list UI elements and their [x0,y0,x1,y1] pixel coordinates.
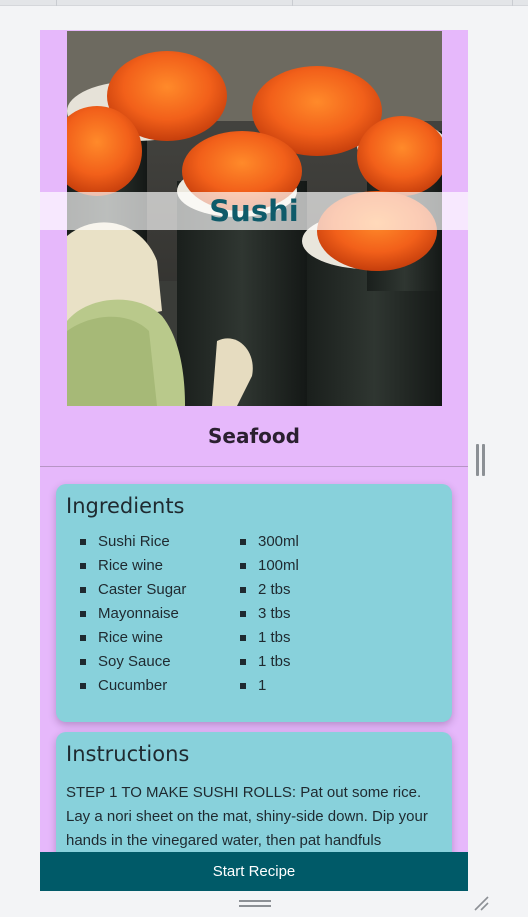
ingredient-name: Sushi Rice [56,532,186,556]
tab-separator [56,0,57,6]
ingredient-measure: 1 [216,676,299,700]
tab-separator [512,0,513,6]
tab-separator [292,0,293,6]
ingredients-card: Ingredients Sushi Rice Rice wine Caster … [56,484,452,722]
ingredient-name: Cucumber [56,676,186,700]
ingredient-names-list: Sushi Rice Rice wine Caster Sugar Mayonn… [56,532,186,700]
recipe-title: Sushi [209,194,299,228]
start-recipe-button[interactable]: Start Recipe [40,852,468,891]
ingredient-name: Rice wine [56,556,186,580]
ingredient-measure: 100ml [216,556,299,580]
ingredient-name: Rice wine [56,628,186,652]
ingredient-measure: 300ml [216,532,299,556]
browser-top-strip [0,0,528,6]
ingredient-measures-list: 300ml 100ml 2 tbs 3 tbs 1 tbs 1 tbs 1 [216,532,299,700]
instructions-text: STEP 1 TO MAKE SUSHI ROLLS: Pat out some… [66,784,428,849]
section-divider [40,466,468,467]
ingredient-measure: 3 tbs [216,604,299,628]
ingredients-heading: Ingredients [66,494,185,518]
ingredient-measure: 1 tbs [216,628,299,652]
recipe-panel: Sushi Seafood Ingredients Sushi Rice Ric… [40,30,468,891]
instructions-heading: Instructions [66,742,190,766]
recipe-category: Seafood [208,424,300,448]
ingredient-name: Soy Sauce [56,652,186,676]
ingredient-name: Caster Sugar [56,580,186,604]
ingredient-name: Mayonnaise [56,604,186,628]
ingredient-measure: 2 tbs [216,580,299,604]
vertical-drag-handle-icon[interactable] [476,444,486,476]
ingredient-measure: 1 tbs [216,652,299,676]
horizontal-drag-handle-icon[interactable] [239,900,271,908]
resize-corner-icon[interactable] [472,894,490,912]
